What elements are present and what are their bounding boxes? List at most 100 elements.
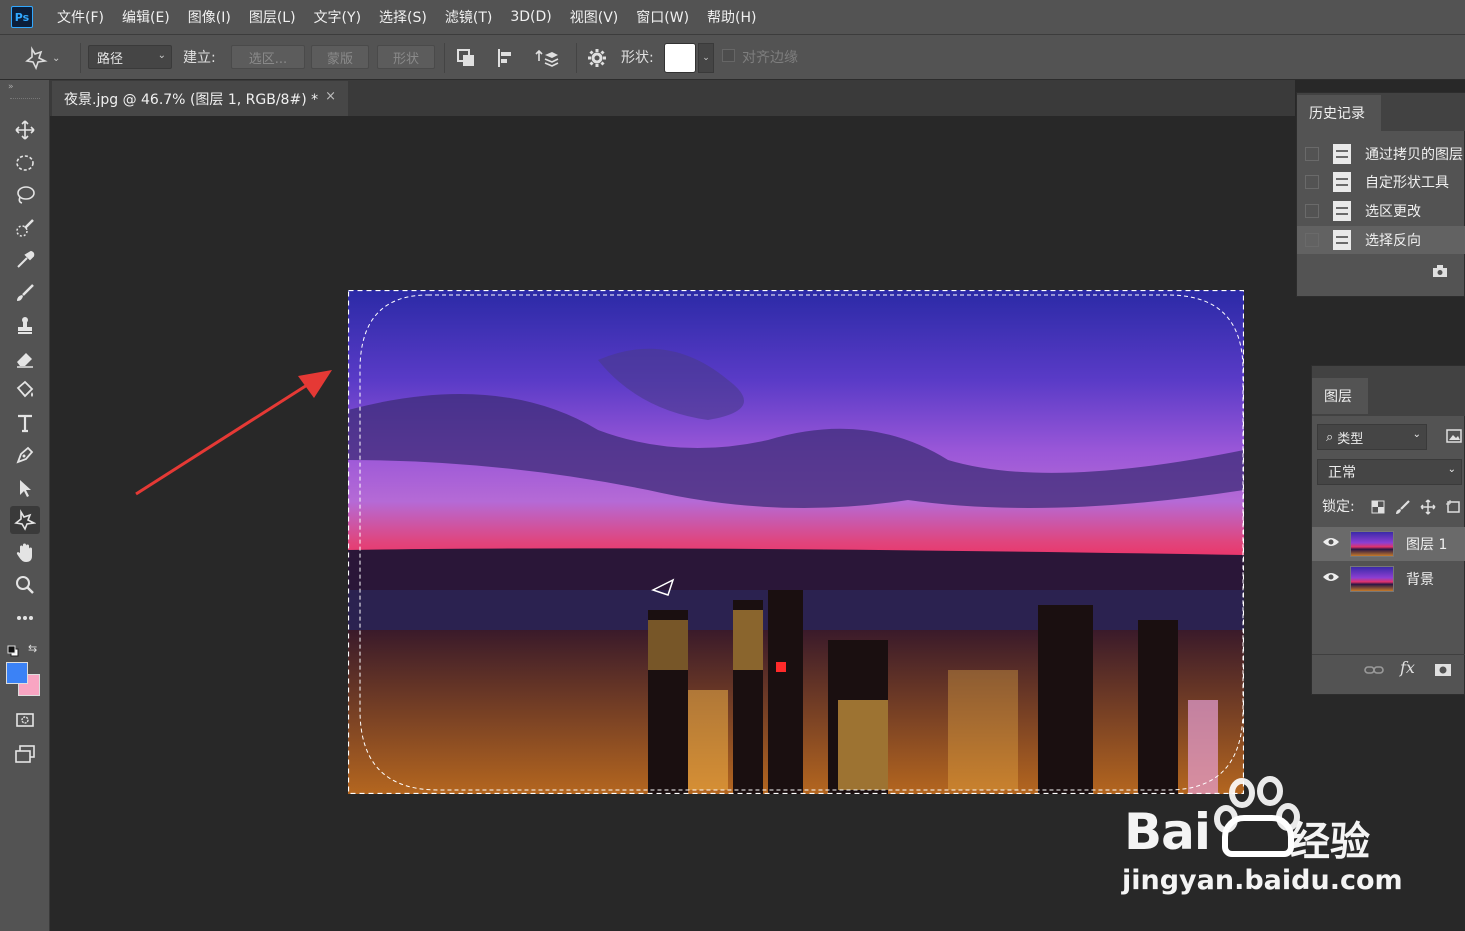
chevron-down-icon: ⌄ bbox=[1412, 429, 1421, 440]
eye-icon[interactable] bbox=[1322, 536, 1342, 552]
watermark-url: jingyan.baidu.com bbox=[1122, 865, 1403, 896]
settings-button[interactable] bbox=[586, 47, 608, 69]
history-item[interactable]: 通过拷贝的图层 bbox=[1297, 140, 1465, 168]
menu-filter[interactable]: 滤镜(T) bbox=[445, 7, 492, 27]
divider bbox=[1312, 654, 1465, 655]
history-panel: 历史记录 通过拷贝的图层 自定形状工具 选区更改 选择反向 bbox=[1296, 92, 1465, 297]
brush-tool[interactable] bbox=[10, 279, 40, 307]
clone-stamp-tool[interactable] bbox=[10, 311, 40, 339]
checkerboard-icon bbox=[1371, 500, 1385, 514]
menu-window[interactable]: 窗口(W) bbox=[636, 7, 689, 27]
layer-name[interactable]: 背景 bbox=[1406, 569, 1434, 589]
menu-edit[interactable]: 编辑(E) bbox=[122, 7, 170, 27]
arrow-pointer-icon bbox=[20, 480, 31, 497]
quick-selection-tool[interactable] bbox=[10, 214, 40, 242]
path-operations-button[interactable] bbox=[455, 47, 477, 69]
history-state-icon bbox=[1333, 172, 1351, 192]
quick-mask-button[interactable] bbox=[10, 706, 40, 734]
layer-row-selected[interactable]: 图层 1 bbox=[1312, 527, 1465, 561]
menu-help[interactable]: 帮助(H) bbox=[707, 7, 756, 27]
collapse-panel-icon[interactable]: » bbox=[8, 82, 20, 92]
menu-3d[interactable]: 3D(D) bbox=[510, 9, 551, 25]
history-state-icon bbox=[1333, 144, 1351, 164]
shape-picker-swatch[interactable] bbox=[664, 43, 696, 73]
tool-mode-select[interactable]: 路径 ⌄ bbox=[88, 45, 172, 69]
shape-picker-dropdown[interactable]: ⌄ bbox=[698, 43, 714, 73]
type-tool[interactable] bbox=[10, 409, 40, 437]
history-checkbox[interactable] bbox=[1305, 204, 1319, 218]
history-item-label: 选择反向 bbox=[1365, 233, 1421, 249]
layer-filter-select[interactable]: ⌕ 类型 ⌄ bbox=[1317, 424, 1427, 450]
history-item[interactable]: 选区更改 bbox=[1297, 197, 1465, 225]
path-arrangement-button[interactable] bbox=[535, 47, 559, 69]
path-selection-tool[interactable] bbox=[10, 474, 40, 502]
add-mask-button[interactable] bbox=[1434, 662, 1452, 676]
document-tab[interactable]: 夜景.jpg @ 46.7% (图层 1, RGB/8#) * × bbox=[52, 81, 348, 116]
menu-image[interactable]: 图像(I) bbox=[188, 7, 231, 27]
layer-row[interactable]: 背景 bbox=[1312, 562, 1465, 596]
close-icon[interactable]: × bbox=[325, 89, 336, 104]
pen-tool[interactable] bbox=[10, 441, 40, 469]
history-checkbox[interactable] bbox=[1305, 175, 1319, 189]
lock-pixels-button[interactable] bbox=[1395, 499, 1411, 515]
tool-preset-picker[interactable]: ⌄ bbox=[24, 45, 70, 71]
foreground-color-swatch[interactable] bbox=[6, 662, 28, 684]
gear-icon bbox=[588, 49, 606, 67]
align-edges-label: 对齐边缘 bbox=[742, 50, 798, 66]
lock-transparent-button[interactable] bbox=[1370, 499, 1386, 515]
marquee-tool[interactable] bbox=[10, 149, 40, 177]
chevron-down-icon: ⌄ bbox=[702, 53, 710, 63]
history-tab-label: 历史记录 bbox=[1309, 106, 1365, 122]
default-colors-button[interactable] bbox=[7, 642, 19, 657]
swap-colors-icon[interactable]: ⇆ bbox=[28, 642, 40, 655]
make-shape-button[interactable]: 形状 bbox=[377, 45, 435, 69]
brush-icon bbox=[1396, 500, 1410, 514]
blend-mode-select[interactable]: 正常 ⌄ bbox=[1317, 459, 1462, 485]
menu-type[interactable]: 文字(Y) bbox=[314, 7, 361, 27]
filter-pixel-layers-button[interactable] bbox=[1446, 428, 1462, 444]
paint-bucket-tool[interactable] bbox=[10, 376, 40, 404]
eraser-tool[interactable] bbox=[10, 344, 40, 372]
history-item-selected[interactable]: 选择反向 bbox=[1297, 226, 1465, 254]
layer-effects-button[interactable]: fx bbox=[1400, 658, 1422, 678]
toolbar-grip[interactable] bbox=[10, 98, 40, 102]
make-mask-button[interactable]: 蒙版 bbox=[311, 45, 369, 69]
hand-tool[interactable] bbox=[10, 539, 40, 567]
eye-icon[interactable] bbox=[1322, 571, 1342, 587]
lock-position-button[interactable] bbox=[1420, 499, 1436, 515]
custom-shape-icon bbox=[14, 509, 36, 531]
history-checkbox[interactable] bbox=[1305, 147, 1319, 161]
more-dots-icon bbox=[17, 616, 33, 620]
search-icon: ⌕ bbox=[1326, 429, 1334, 445]
layer-name[interactable]: 图层 1 bbox=[1406, 534, 1447, 554]
menu-select[interactable]: 选择(S) bbox=[379, 7, 427, 27]
move-icon bbox=[15, 120, 35, 140]
history-checkbox[interactable] bbox=[1305, 233, 1319, 247]
menu-layer[interactable]: 图层(L) bbox=[249, 7, 296, 27]
magnifier-icon bbox=[16, 576, 34, 594]
layers-tab-label: 图层 bbox=[1324, 389, 1352, 405]
align-edges-checkbox[interactable] bbox=[722, 49, 735, 62]
move-tool[interactable] bbox=[10, 116, 40, 144]
link-layers-button[interactable] bbox=[1364, 662, 1384, 678]
menu-file[interactable]: 文件(F) bbox=[57, 7, 104, 27]
watermark-brand: Bai bbox=[1124, 803, 1211, 861]
new-snapshot-button[interactable] bbox=[1431, 263, 1449, 279]
paint-bucket-icon bbox=[16, 380, 34, 398]
lasso-tool[interactable] bbox=[10, 181, 40, 209]
document-tab-title: 夜景.jpg @ 46.7% (图层 1, RGB/8#) * bbox=[64, 91, 319, 108]
screen-mode-button[interactable] bbox=[10, 740, 40, 768]
menu-view[interactable]: 视图(V) bbox=[570, 7, 619, 27]
zoom-tool[interactable] bbox=[10, 571, 40, 599]
image-icon bbox=[1446, 429, 1462, 443]
layers-panel: 图层 ⌕ 类型 ⌄ 正常 ⌄ 锁定: 图层 1 背景 fx bbox=[1311, 365, 1465, 695]
history-item[interactable]: 自定形状工具 bbox=[1297, 168, 1465, 196]
history-tab[interactable]: 历史记录 bbox=[1297, 95, 1381, 131]
custom-shape-tool[interactable] bbox=[10, 506, 40, 534]
lock-artboard-button[interactable] bbox=[1445, 499, 1461, 515]
eyedropper-tool[interactable] bbox=[10, 246, 40, 274]
more-tools-button[interactable] bbox=[10, 604, 40, 632]
path-alignment-button[interactable] bbox=[495, 47, 517, 69]
layers-tab[interactable]: 图层 bbox=[1312, 378, 1368, 414]
make-selection-button[interactable]: 选区... bbox=[231, 45, 305, 69]
